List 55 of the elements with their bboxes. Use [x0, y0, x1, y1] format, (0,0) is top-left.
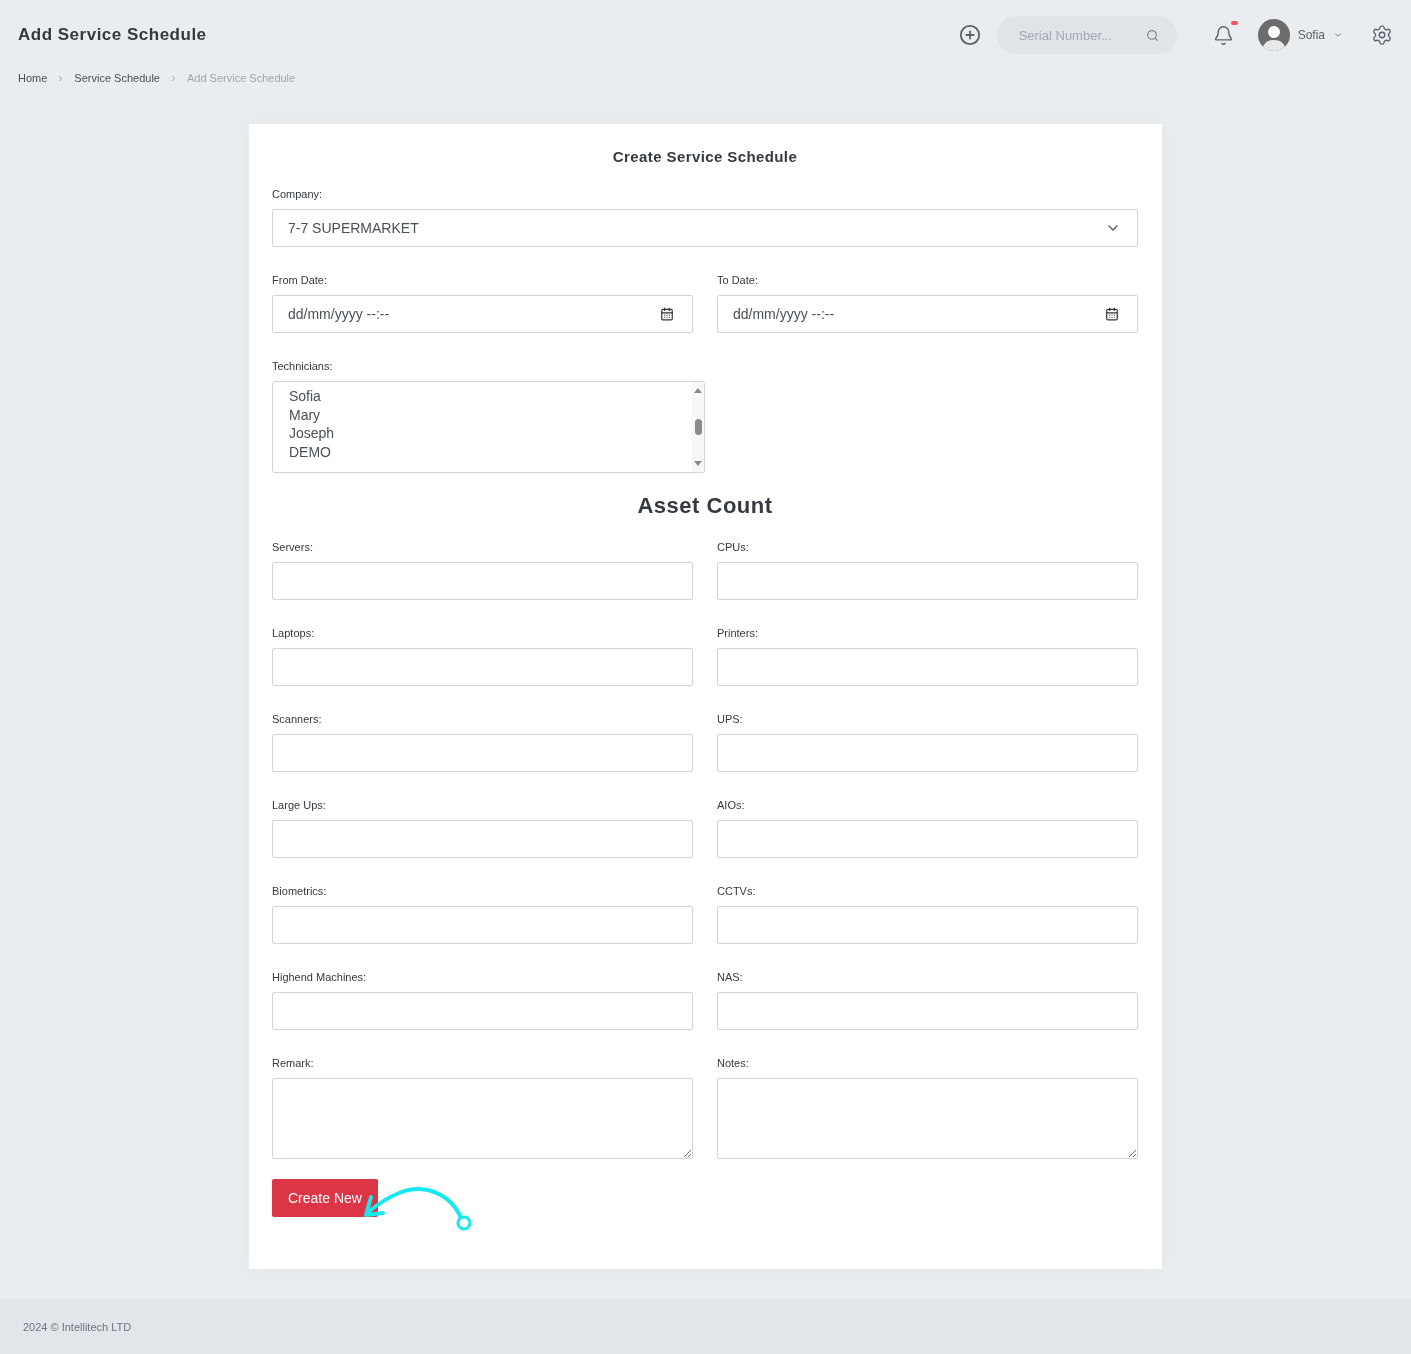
calendar-icon[interactable] [1105, 307, 1119, 321]
breadcrumb-link[interactable]: Home [18, 72, 48, 84]
user-menu[interactable]: Sofia [1257, 19, 1343, 51]
company-select[interactable]: 7-7 SUPERMARKET [272, 209, 1138, 247]
field-label: AIOs: [717, 799, 746, 811]
field-label: Notes: [717, 1057, 750, 1069]
field-label: Biometrics: [272, 885, 328, 897]
text-area[interactable] [272, 1078, 693, 1159]
search-field[interactable]: Serial Number... [996, 16, 1177, 54]
input-field[interactable] [272, 820, 693, 858]
input-field[interactable] [272, 992, 693, 1030]
field-label: Technicians: [272, 360, 334, 372]
field-label: CPUs: [717, 541, 750, 553]
add-icon[interactable] [958, 24, 981, 46]
technicians-list[interactable]: Sofia Mary Joseph DEMO [272, 381, 705, 473]
input-field[interactable] [272, 648, 693, 686]
field-label: Laptops: [272, 627, 316, 639]
form-title: Create Service Schedule [611, 148, 799, 165]
field-label: Remark: [272, 1057, 315, 1069]
date-field[interactable]: dd/mm/yyyy --:-- [272, 295, 693, 333]
field-label: Company: [272, 188, 324, 200]
caret-icon [1333, 30, 1343, 40]
section-title: Asset Count [636, 493, 774, 519]
input-field[interactable] [272, 906, 693, 944]
calendar-icon[interactable] [660, 307, 674, 321]
search-input[interactable]: Serial Number... [1016, 26, 1146, 44]
scrollbar[interactable] [692, 382, 704, 472]
create-button[interactable]: Create New [272, 1179, 378, 1217]
breadcrumb-link[interactable]: Service Schedule [74, 72, 160, 84]
footer-text: 2024 © Intellitech LTD [23, 1320, 132, 1333]
input-field[interactable] [717, 906, 1138, 944]
input-field[interactable] [717, 734, 1138, 772]
input-field[interactable] [717, 562, 1138, 600]
input-field[interactable] [272, 734, 693, 772]
field-label: Large Ups: [272, 799, 327, 811]
text-area[interactable] [717, 1078, 1138, 1159]
input-field[interactable] [272, 562, 693, 600]
field-label: Scanners: [272, 713, 323, 725]
bell-icon[interactable] [1212, 24, 1234, 46]
field-label: NAS: [717, 971, 744, 983]
field-label: CCTVs: [717, 885, 757, 897]
field-label: Highend Machines: [272, 971, 368, 983]
search-icon[interactable] [1145, 28, 1159, 42]
input-field[interactable] [717, 820, 1138, 858]
field-label: Servers: [272, 541, 314, 553]
settings-icon[interactable] [1371, 24, 1393, 46]
input-field[interactable] [717, 992, 1138, 1030]
field-label: UPS: [717, 713, 744, 725]
input-field[interactable] [717, 648, 1138, 686]
page-title: Add Service Schedule [18, 25, 208, 45]
date-field[interactable]: dd/mm/yyyy --:-- [717, 295, 1138, 333]
avatar-icon [1257, 19, 1290, 51]
field-label: Printers: [717, 627, 759, 639]
field-label: To Date: [717, 274, 759, 286]
field-label: From Date: [272, 274, 328, 286]
